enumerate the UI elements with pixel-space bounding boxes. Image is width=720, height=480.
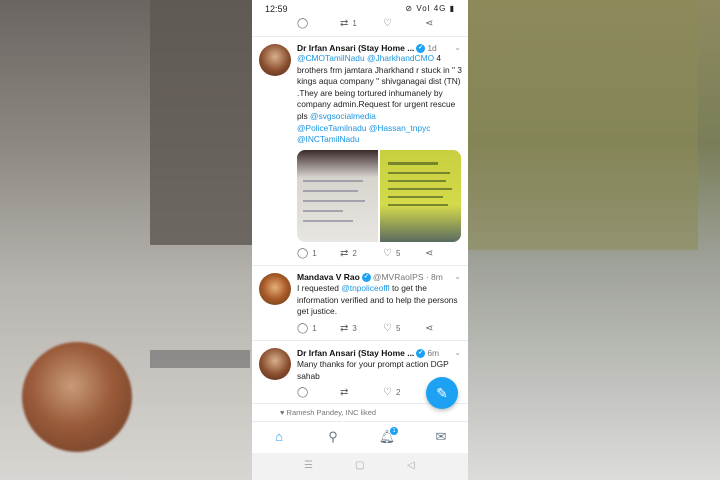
chevron-down-icon[interactable]: ⌄ xyxy=(454,272,461,281)
reply-icon: ◯ xyxy=(297,387,309,398)
verified-icon: ✓ xyxy=(361,273,371,283)
compose-icon: ✎ xyxy=(436,385,448,401)
divider xyxy=(252,340,468,341)
bottom-tab-bar: ⌂ ⚲ 🔔︎ ✉ xyxy=(252,421,468,454)
background-avatar xyxy=(22,342,132,452)
mention-link[interactable]: @JharkhandCMO xyxy=(367,53,434,63)
share-button[interactable]: ⋖ xyxy=(425,18,437,29)
mention-link[interactable]: @Hassan_tnpyc xyxy=(369,123,431,133)
chevron-down-icon[interactable]: ⌄ xyxy=(454,348,461,357)
reply-icon: ◯ xyxy=(297,18,309,29)
retweet-icon: ⇄ xyxy=(340,323,349,334)
liked-notice: ♥ Ramesh Pandey, INC liked xyxy=(280,408,377,417)
mention-link[interactable]: @PoliceTamilnadu xyxy=(297,123,367,133)
background-shape xyxy=(150,0,252,245)
mention-link[interactable]: @tnpoliceoffl xyxy=(341,283,389,293)
reply-button[interactable]: ◯ 1 xyxy=(297,248,317,259)
compose-tweet-button[interactable]: ✎ xyxy=(426,377,458,409)
tweet-media[interactable] xyxy=(297,150,461,242)
retweet-icon: ⇄ xyxy=(340,387,349,398)
reply-button[interactable]: ◯ 1 xyxy=(297,323,317,334)
divider xyxy=(252,265,468,266)
recent-apps-icon[interactable]: ☰ xyxy=(304,460,313,471)
like-button[interactable]: ♡ xyxy=(383,18,396,29)
reply-icon: ◯ xyxy=(297,248,309,259)
like-icon: ♡ xyxy=(383,18,392,29)
share-icon: ⋖ xyxy=(425,248,434,259)
divider xyxy=(252,36,468,37)
reply-button[interactable]: ◯ xyxy=(297,18,312,29)
share-icon: ⋖ xyxy=(425,18,434,29)
share-button[interactable]: ⋖ xyxy=(425,248,437,259)
chevron-down-icon[interactable]: ⌄ xyxy=(454,43,461,52)
verified-icon: ✓ xyxy=(416,44,426,54)
background-shape xyxy=(468,0,698,250)
like-button[interactable]: ♡ 5 xyxy=(383,323,400,334)
share-button[interactable]: ⋖ xyxy=(425,323,437,334)
like-button[interactable]: ♡ 2 xyxy=(383,387,400,398)
mention-link[interactable]: @svgsocialmedia xyxy=(310,111,376,121)
phone-screen: 12:59 ⊘ Vol 4G ▮ ◯ ⇄ 1 ♡ ⋖ Dr Irfan Ansar… xyxy=(252,0,468,480)
home-nav-icon[interactable]: ▢ xyxy=(355,460,364,471)
retweet-button[interactable]: ⇄ 3 xyxy=(340,323,357,334)
like-icon: ♡ xyxy=(383,323,392,334)
retweet-button[interactable]: ⇄ xyxy=(340,387,352,398)
messages-tab-icon[interactable]: ✉ xyxy=(431,429,451,445)
retweet-icon: ⇄ xyxy=(340,248,349,259)
status-bar: 12:59 ⊘ Vol 4G ▮ xyxy=(252,0,468,18)
search-tab-icon[interactable]: ⚲ xyxy=(323,429,343,445)
like-button[interactable]: ♡ 5 xyxy=(383,248,400,259)
android-nav-bar: ☰ ▢ ◁ xyxy=(252,453,468,480)
avatar[interactable] xyxy=(259,348,291,380)
retweet-icon: ⇄ xyxy=(340,18,349,29)
status-time: 12:59 xyxy=(265,4,288,14)
media-image-handwritten-note[interactable] xyxy=(297,150,378,242)
tweet-author[interactable]: Dr Irfan Ansari (Stay Home ... ✓ 6m xyxy=(297,348,439,359)
reply-button[interactable]: ◯ xyxy=(297,387,312,398)
tweet-actions: ◯ 1 ⇄ 3 ♡ 5 ⋖ xyxy=(297,323,437,335)
reply-icon: ◯ xyxy=(297,323,309,334)
home-tab-icon[interactable]: ⌂ xyxy=(269,429,289,444)
avatar[interactable] xyxy=(259,273,291,305)
heart-icon: ♥ xyxy=(280,408,285,417)
tweet-actions: ◯ 1 ⇄ 2 ♡ 5 ⋖ xyxy=(297,248,437,260)
notification-badge: 1 xyxy=(390,427,398,435)
tweet-text: @CMOTamilNadu @JharkhandCMO 4 brothers f… xyxy=(297,53,462,145)
mention-link[interactable]: @INCTamilNadu xyxy=(297,134,360,144)
media-image-visiting-card[interactable] xyxy=(380,150,461,242)
tweet-author[interactable]: Dr Irfan Ansari (Stay Home ... ✓ 1d xyxy=(297,43,437,54)
mention-link[interactable]: @CMOTamilNadu xyxy=(297,53,365,63)
tweet-author[interactable]: Mandava V Rao ✓ @MVRaoIPS · 8m xyxy=(297,272,443,283)
back-icon[interactable]: ◁ xyxy=(407,460,415,471)
verified-icon: ✓ xyxy=(416,349,426,359)
tweet-actions: ◯ ⇄ ♡ 2 xyxy=(297,387,437,399)
status-icons: ⊘ Vol 4G ▮ xyxy=(405,4,455,13)
like-icon: ♡ xyxy=(383,248,392,259)
tweet-text: I requested @tnpoliceoffl to get the inf… xyxy=(297,283,458,317)
retweet-button[interactable]: ⇄ 1 xyxy=(340,18,357,29)
background-text-blur xyxy=(150,350,250,368)
avatar[interactable] xyxy=(259,44,291,76)
top-tweet-actions: ◯ ⇄ 1 ♡ ⋖ xyxy=(297,18,437,30)
like-icon: ♡ xyxy=(383,387,392,398)
retweet-button[interactable]: ⇄ 2 xyxy=(340,248,357,259)
share-icon: ⋖ xyxy=(425,323,434,334)
